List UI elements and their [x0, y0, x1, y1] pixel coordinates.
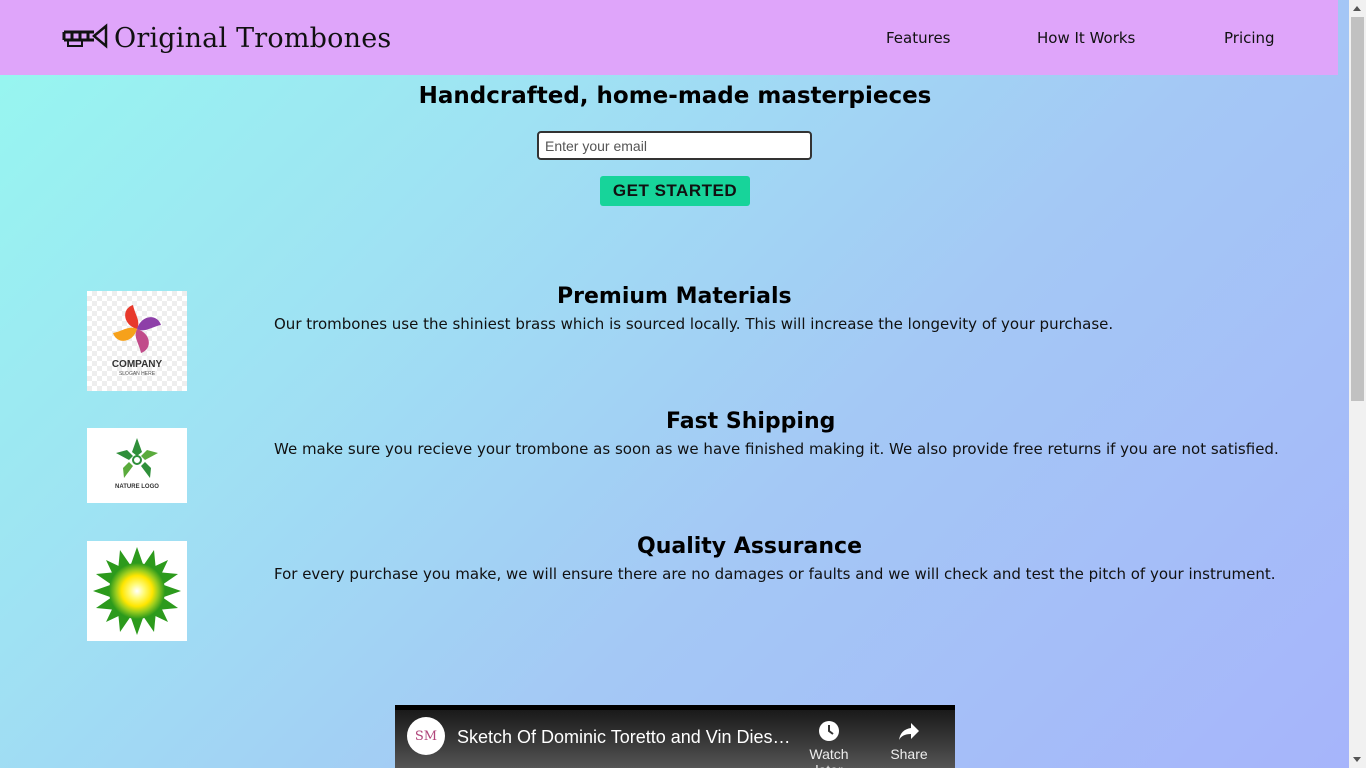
channel-avatar[interactable]: SM: [407, 717, 445, 755]
site-header: Original Trombones Features How It Works…: [0, 0, 1338, 75]
email-input[interactable]: [537, 131, 812, 160]
sunflower-logo-icon: [87, 541, 187, 641]
nav-pricing[interactable]: Pricing: [1224, 29, 1275, 47]
feature-desc-quality: For every purchase you make, we will ens…: [274, 565, 1276, 583]
video-title[interactable]: Sketch Of Dominic Toretto and Vin Dies…: [457, 727, 790, 748]
hero-title: Handcrafted, home-made masterpieces: [418, 83, 932, 109]
clock-icon: [794, 719, 864, 743]
feature-title-quality: Quality Assurance: [637, 534, 863, 559]
share-label: Share: [890, 746, 928, 762]
share-button[interactable]: Share: [874, 719, 944, 762]
nav-how-it-works[interactable]: How It Works: [1037, 29, 1135, 47]
video-embed[interactable]: SM Sketch Of Dominic Toretto and Vin Die…: [395, 705, 955, 768]
nature-logo-text: NATURE LOGO: [115, 484, 159, 490]
scroll-down-icon[interactable]: [1353, 757, 1361, 762]
feature-desc-shipping: We make sure you recieve your trombone a…: [274, 440, 1279, 458]
page-scrollbar[interactable]: [1349, 0, 1366, 768]
watch-later-label: Watch later: [809, 746, 849, 768]
feature-desc-premium: Our trombones use the shiniest brass whi…: [274, 315, 1114, 333]
watch-later-button[interactable]: Watch later: [794, 719, 864, 768]
scroll-up-icon[interactable]: [1353, 6, 1361, 11]
nav-features[interactable]: Features: [886, 29, 951, 47]
feature-title-premium: Premium Materials: [557, 284, 792, 309]
nature-logo-icon: NATURE LOGO: [87, 428, 187, 503]
scrollbar-thumb[interactable]: [1351, 17, 1364, 401]
get-started-button[interactable]: GET STARTED: [600, 176, 750, 206]
feature-title-shipping: Fast Shipping: [666, 409, 836, 434]
share-icon: [874, 719, 944, 743]
company-logo-text: COMPANY: [111, 359, 163, 370]
trombone-icon: [62, 18, 108, 58]
brand-logo[interactable]: Original Trombones: [62, 18, 391, 58]
video-top-bar: [395, 705, 955, 710]
brand-name: Original Trombones: [114, 22, 392, 54]
company-logo-subtext: SLOGAN HERE: [118, 371, 156, 377]
company-logo-icon: COMPANY SLOGAN HERE: [87, 291, 187, 391]
